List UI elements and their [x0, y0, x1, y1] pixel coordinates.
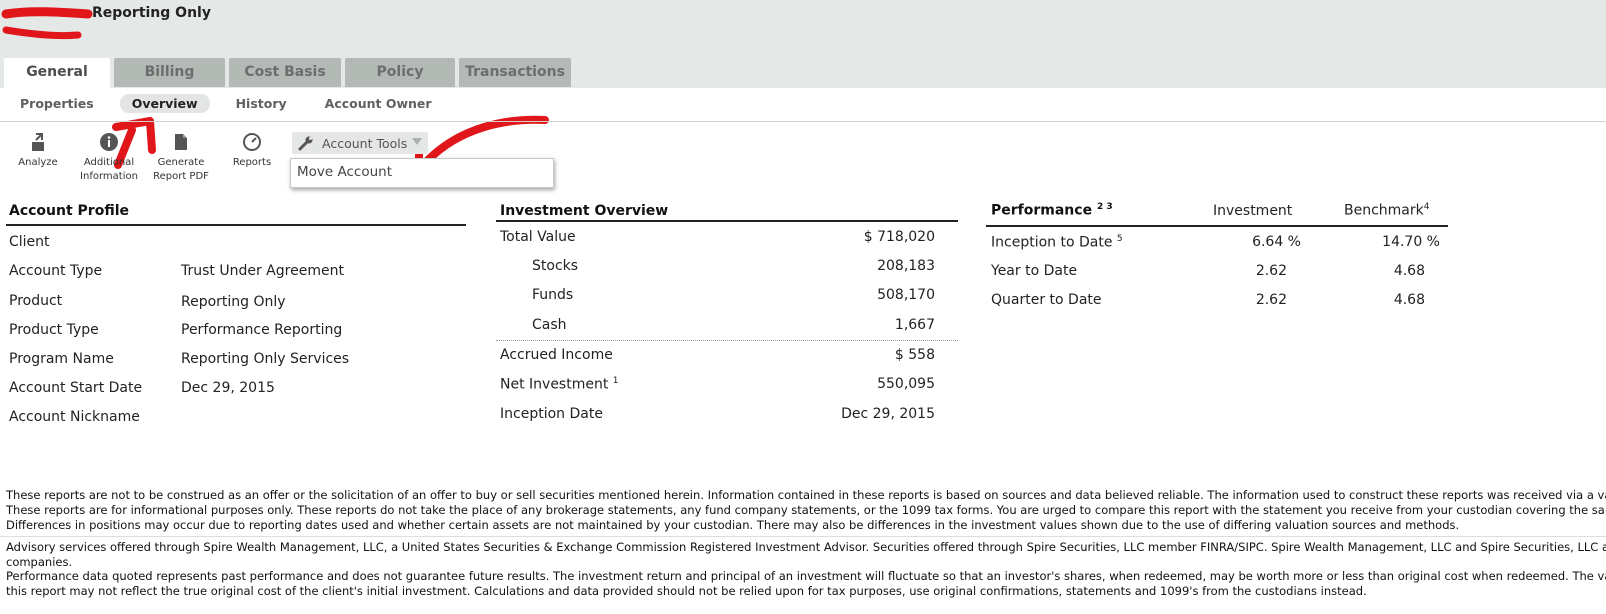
reports-button[interactable]: Reports — [228, 132, 276, 170]
inception-date-label: Inception Date — [500, 406, 603, 422]
stocks-value: 208,183 — [877, 258, 935, 274]
account-profile-title: Account Profile — [9, 203, 130, 219]
inception-to-date-label: Inception to Date 5 — [991, 234, 1123, 251]
quarter-to-date-label: Quarter to Date — [991, 292, 1102, 308]
account-nickname-label: Account Nickname — [9, 409, 140, 425]
accrued-income-value: $ 558 — [894, 347, 935, 363]
product-value: Reporting Only — [181, 294, 286, 310]
accrued-income-label: Accrued Income — [500, 347, 613, 363]
chevron-down-icon — [412, 138, 422, 145]
disclaimer-line: These reports are not to be construed as… — [6, 488, 1606, 502]
investment-overview-rule — [496, 220, 958, 222]
total-value-label: Total Value — [500, 229, 576, 245]
account-tools-dropdown[interactable]: Account Tools — [292, 132, 428, 154]
inception-date-value: Dec 29, 2015 — [841, 406, 935, 422]
sub-tabs: Properties Overview History Account Owne… — [8, 94, 444, 113]
subtab-properties[interactable]: Properties — [8, 94, 106, 113]
generate-report-pdf-button[interactable]: Generate Report PDF — [150, 132, 212, 184]
qtd-investment-value: 2.62 — [1255, 292, 1287, 308]
subtab-overview[interactable]: Overview — [119, 94, 210, 113]
itd-investment-value: 6.64 % — [1252, 234, 1301, 250]
client-label: Client — [9, 234, 50, 250]
disclaimer-line: Advisory services offered through Spire … — [6, 540, 1606, 554]
cash-label: Cash — [532, 317, 567, 333]
ytd-benchmark-value: 4.68 — [1393, 263, 1425, 279]
total-value: $ 718,020 — [863, 229, 935, 245]
product-label: Product — [9, 293, 63, 309]
qtd-benchmark-value: 4.68 — [1393, 292, 1425, 308]
performance-col-investment: Investment — [1213, 203, 1293, 219]
account-start-date-value: Dec 29, 2015 — [181, 380, 275, 396]
account-type-value: Trust Under Agreement — [181, 263, 344, 279]
disclaimer-line: These reports are for informational purp… — [6, 503, 1606, 517]
overview-dotted-separator — [496, 340, 958, 341]
product-type-value: Performance Reporting — [181, 322, 343, 338]
program-name-label: Program Name — [9, 351, 114, 367]
subtab-divider — [0, 121, 1606, 122]
subtab-history[interactable]: History — [224, 94, 299, 113]
product-type-label: Product Type — [9, 322, 99, 338]
disclaimer-separator — [0, 536, 1606, 537]
program-name-value: Reporting Only Services — [181, 351, 350, 367]
subtab-account-owner[interactable]: Account Owner — [313, 94, 444, 113]
disclaimer-line: Performance data quoted represents past … — [6, 569, 1606, 583]
stocks-label: Stocks — [532, 258, 579, 274]
gauge-icon — [243, 133, 261, 151]
itd-benchmark-value: 14.70 % — [1382, 234, 1440, 250]
menu-item-move-account[interactable]: Move Account — [297, 164, 392, 180]
account-tools-menu: Move Account — [290, 158, 554, 188]
cash-value: 1,667 — [894, 317, 935, 333]
performance-title: Performance 2 3 — [991, 202, 1113, 219]
account-start-date-label: Account Start Date — [9, 380, 143, 396]
funds-value: 508,170 — [877, 287, 935, 303]
funds-label: Funds — [532, 287, 574, 303]
performance-col-benchmark: Benchmark4 — [1344, 202, 1430, 219]
investment-overview-title: Investment Overview — [500, 203, 669, 219]
year-to-date-label: Year to Date — [991, 263, 1078, 279]
disclaimer-line: Differences in positions may occur due t… — [6, 518, 1460, 532]
net-investment-value: 550,095 — [877, 376, 935, 392]
account-type-label: Account Type — [9, 263, 103, 279]
disclaimer-line: companies. — [6, 555, 73, 569]
ytd-investment-value: 2.62 — [1255, 263, 1287, 279]
document-icon — [175, 134, 187, 150]
disclaimer-line: this report may not reflect the true ori… — [6, 584, 1367, 598]
info-icon — [100, 133, 118, 151]
additional-information-button[interactable]: Additional Information — [78, 132, 140, 184]
analyze-button[interactable]: Analyze — [14, 132, 62, 170]
account-profile-rule — [6, 224, 466, 226]
net-investment-label: Net Investment 1 — [500, 376, 619, 393]
analyze-icon — [32, 133, 44, 151]
wrench-icon — [298, 136, 313, 151]
performance-rule — [986, 225, 1448, 227]
